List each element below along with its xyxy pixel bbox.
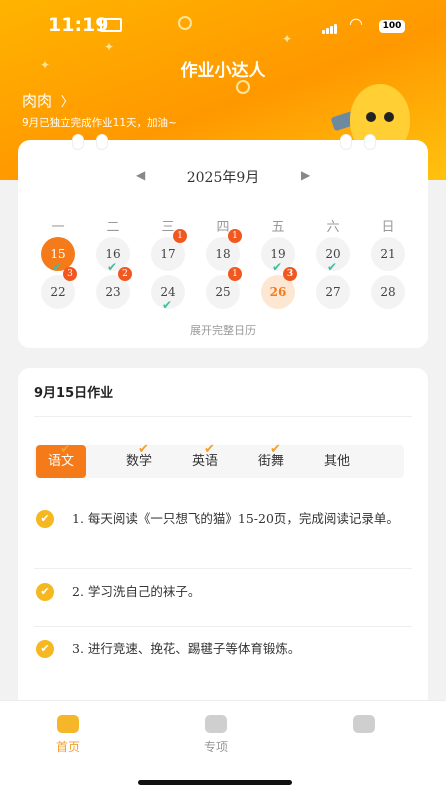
- chevron-right-icon: 〉: [60, 95, 74, 110]
- weekday-label: 日: [381, 220, 395, 235]
- pending-count-badge: 1: [173, 229, 187, 243]
- done-check-icon: ✔: [60, 442, 71, 457]
- pending-count-badge: 3: [63, 267, 77, 281]
- weekday-label: 五: [271, 220, 285, 235]
- battery-icon: 100: [379, 20, 405, 33]
- calendar-day[interactable]: 27: [316, 275, 350, 309]
- binder-ring: [340, 134, 352, 150]
- nav-item-2[interactable]: 专项: [186, 715, 246, 755]
- subject-tabs: 语文 ✔ 数学 ✔ 英语 ✔ 街舞 ✔ 其他: [34, 442, 404, 478]
- weekday-label: 六: [326, 220, 340, 235]
- status-bar: 11:19 ◠ 100: [0, 0, 446, 50]
- tab-label: 其他: [324, 454, 351, 469]
- calendar-day[interactable]: 26 3: [261, 267, 297, 309]
- task-checkbox[interactable]: ✔: [36, 510, 54, 528]
- done-check-icon: ✔: [138, 442, 149, 457]
- nav-label: 专项: [203, 740, 228, 754]
- expand-calendar-link[interactable]: 展开完整日历: [18, 322, 428, 338]
- calendar-day[interactable]: 24 ✔: [151, 275, 185, 312]
- calendar-day[interactable]: 18 1: [206, 229, 242, 271]
- check-icon: ✔: [107, 260, 118, 274]
- divider: [34, 568, 412, 569]
- nav-item-1[interactable]: 首页: [38, 715, 98, 755]
- calendar-day[interactable]: 15 ✔: [41, 237, 75, 274]
- cellular-signal-icon: [322, 19, 338, 38]
- calendar-day[interactable]: 21: [371, 237, 405, 271]
- homework-title: 9月15日作业: [34, 386, 114, 401]
- calendar-card: ◀ 2025年9月 ▶ 一二三四五六日 15 ✔ 16 ✔ 17 1 18 1 19 ✔ 20 ✔ 21…: [18, 134, 428, 348]
- calendar-day[interactable]: 28: [371, 275, 405, 309]
- done-check-icon: ✔: [204, 442, 215, 457]
- calendar-day[interactable]: 20 ✔: [316, 237, 350, 274]
- day-number: 26: [269, 285, 287, 299]
- check-icon: ✔: [327, 260, 338, 274]
- done-check-icon: ✔: [270, 442, 281, 457]
- weekday-label: 二: [106, 220, 120, 235]
- day-number: 27: [325, 285, 341, 299]
- calendar-day[interactable]: 25 1: [206, 267, 242, 309]
- nav-item-3[interactable]: [334, 715, 394, 738]
- tab-subject[interactable]: 街舞 ✔: [246, 442, 296, 478]
- sparkle-icon: ✦: [104, 40, 115, 54]
- home-indicator: [138, 780, 292, 785]
- check-icon: ✔: [52, 260, 63, 274]
- check-icon: ✔: [162, 298, 173, 312]
- home-icon: [57, 715, 79, 733]
- calendar-day[interactable]: 19 ✔: [261, 237, 295, 274]
- task-text: 1. 每天阅读《一只想飞的猫》15-20页，完成阅读记录单。: [72, 511, 399, 526]
- nav-label: 首页: [55, 740, 80, 754]
- next-month-icon[interactable]: ▶: [301, 168, 310, 182]
- profile-icon: [353, 715, 375, 733]
- day-number: 16: [105, 247, 121, 261]
- pending-count-badge: 1: [228, 267, 242, 281]
- day-number: 28: [380, 285, 396, 299]
- day-number: 17: [160, 247, 176, 261]
- task-text: 2. 学习洗自己的袜子。: [72, 584, 201, 599]
- child-selector[interactable]: 肉肉 〉: [22, 90, 74, 111]
- child-name: 肉肉: [22, 92, 53, 110]
- divider: [34, 626, 412, 627]
- wifi-icon: ◠: [349, 14, 363, 33]
- calendar-day[interactable]: 17 1: [151, 229, 187, 271]
- current-month: 2025年9月: [186, 170, 260, 186]
- binder-ring: [96, 134, 108, 150]
- task-checkbox[interactable]: ✔: [36, 640, 54, 658]
- circle-decoration-icon: [236, 80, 250, 94]
- divider: [34, 416, 412, 417]
- progress-tagline: 9月已独立完成作业11天，加油~: [22, 117, 177, 129]
- topics-icon: [205, 715, 227, 733]
- page-title: 作业小达人: [180, 61, 266, 81]
- day-number: 20: [325, 247, 341, 261]
- calendar-day[interactable]: 16 ✔: [96, 237, 130, 274]
- task-text: 3. 进行竞速、挽花、踢毽子等体育锻炼。: [72, 641, 301, 656]
- pending-count-badge: 1: [228, 229, 242, 243]
- tab-subject[interactable]: 数学 ✔: [114, 442, 164, 478]
- binder-ring: [364, 134, 376, 150]
- calendar-day[interactable]: 22 3: [41, 267, 77, 309]
- calendar-day[interactable]: 23 2: [96, 267, 132, 309]
- month-switcher: ◀ 2025年9月 ▶: [18, 165, 428, 189]
- sleep-focus-icon: [100, 18, 122, 32]
- check-icon: ✔: [272, 260, 283, 274]
- day-number: 18: [215, 247, 231, 261]
- tab-subject[interactable]: 其他: [312, 445, 362, 478]
- day-number: 22: [50, 285, 66, 299]
- circle-decoration-icon: [178, 16, 192, 30]
- day-number: 15: [50, 247, 66, 261]
- day-number: 21: [380, 247, 396, 261]
- day-number: 19: [270, 247, 286, 261]
- day-number: 25: [215, 285, 231, 299]
- pending-count-badge: 2: [118, 267, 132, 281]
- day-number: 23: [105, 285, 121, 299]
- pending-count-badge: 3: [283, 267, 297, 281]
- tab-subject[interactable]: 英语 ✔: [180, 442, 230, 478]
- day-number: 24: [160, 285, 176, 299]
- weekday-label: 一: [51, 220, 65, 235]
- sparkle-icon: ✦: [282, 32, 293, 46]
- tab-subject[interactable]: 语文 ✔: [36, 442, 87, 478]
- task-checkbox[interactable]: ✔: [36, 583, 54, 601]
- binder-ring: [72, 134, 84, 150]
